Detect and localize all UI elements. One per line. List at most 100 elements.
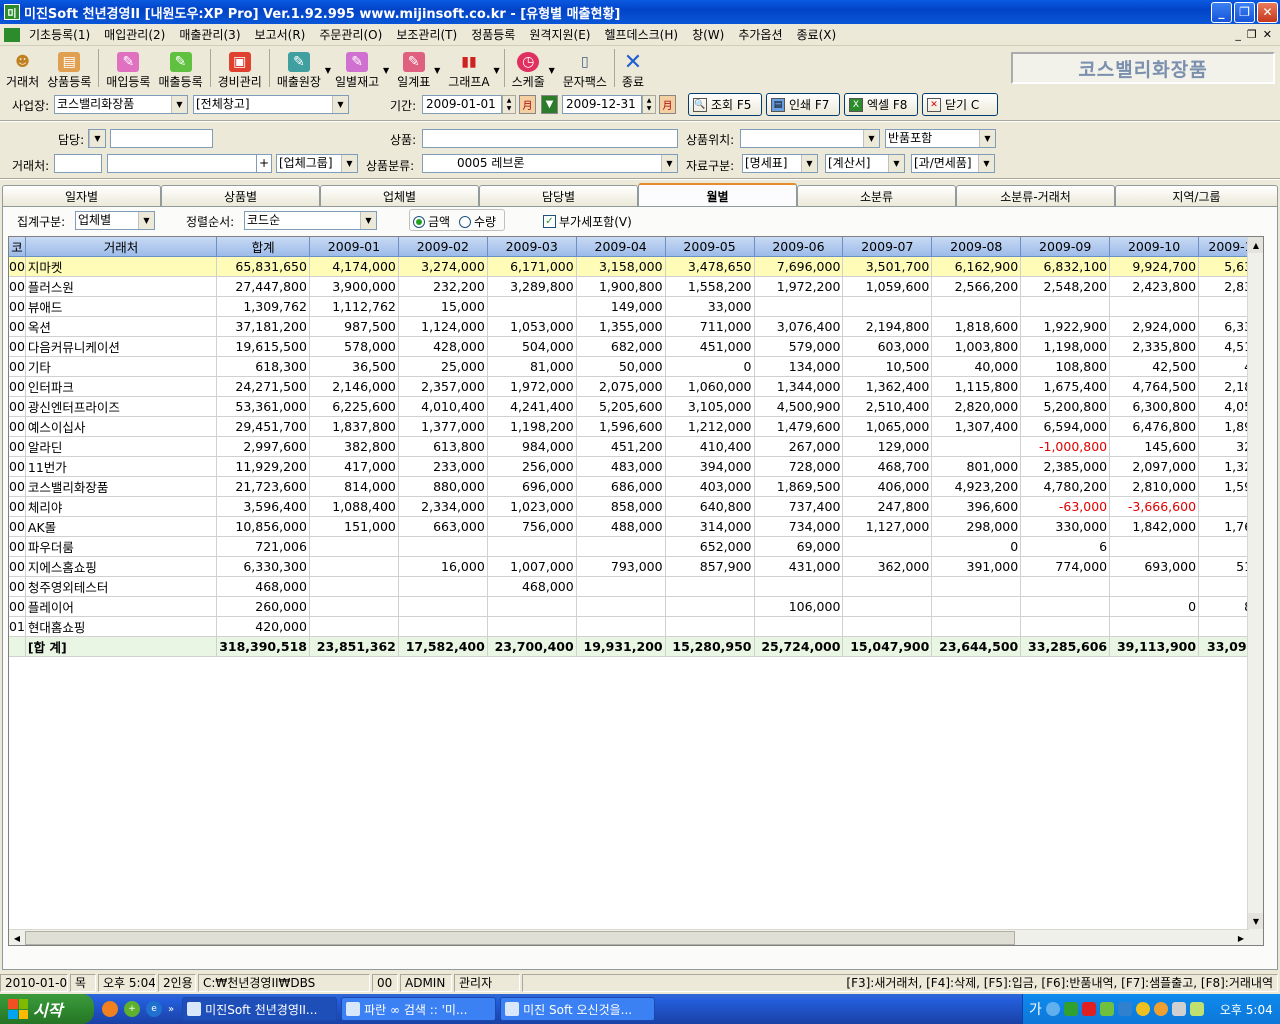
exit-tool-button[interactable]: ✕ 종료: [618, 48, 648, 90]
dropdown-arrow-icon[interactable]: ▼: [383, 66, 389, 75]
back-arrow-icon[interactable]: [1045, 1002, 1060, 1016]
scroll-down-icon[interactable]: ▼: [1248, 913, 1263, 929]
table-row[interactable]: 00 지마켓 65,831,650 4,174,000 3,274,000 6,171,0…: [9, 256, 1263, 277]
tax-select[interactable]: [과/면세품] ▼: [911, 154, 995, 173]
return-select[interactable]: 반품포함 ▼: [885, 129, 996, 148]
table-row[interactable]: 00 예스이십사 29,451,700 1,837,800 1,377,000 1,198…: [9, 416, 1263, 437]
messenger-icon[interactable]: [1135, 1002, 1150, 1016]
sms-tool-button[interactable]: ▯ 문자팩스: [559, 48, 611, 90]
sort-select[interactable]: 코드순 ▼: [244, 211, 377, 230]
agg-select[interactable]: 업체별 ▼: [75, 211, 155, 230]
daily-tool-button[interactable]: ✎ 일계표 ▼: [393, 48, 440, 90]
scroll-right-icon[interactable]: ▶: [1233, 930, 1249, 945]
calendar-icon[interactable]: 月: [659, 95, 676, 114]
menu-register[interactable]: 정품등록: [464, 26, 522, 43]
horizontal-scrollbar[interactable]: ◀ ▶: [9, 929, 1249, 945]
table-row[interactable]: 00 기타 618,300 36,500 25,000 81,000 50,000 0 134,…: [9, 356, 1263, 377]
start-button[interactable]: 시작: [0, 994, 94, 1024]
menu-sales[interactable]: 매출관리(3): [172, 26, 247, 43]
data-type-select[interactable]: [명세표] ▼: [742, 154, 818, 173]
menu-helpdesk[interactable]: 헬프데스크(H): [597, 26, 685, 43]
tab-monthly[interactable]: 월별: [638, 183, 797, 207]
tab-subcategory-customer[interactable]: 소분류-거래처: [956, 185, 1115, 206]
horizontal-scroll-thumb[interactable]: [25, 931, 1015, 945]
table-row[interactable]: 00 옥션 37,181,200 987,500 1,124,000 1,053,000 1…: [9, 316, 1263, 337]
warehouse-select[interactable]: [전체창고] ▼: [193, 95, 349, 114]
col-header-month[interactable]: 2009-04: [576, 237, 666, 257]
product-tool-button[interactable]: ▤ 상품등록: [43, 48, 95, 90]
amount-radio[interactable]: 금액: [413, 213, 450, 230]
menu-aux[interactable]: 보조관리(T): [389, 26, 464, 43]
smiley-icon[interactable]: [1153, 1002, 1168, 1016]
table-row[interactable]: 00 플러스원 27,447,800 3,900,000 232,200 3,289,80…: [9, 276, 1263, 297]
vertical-scrollbar[interactable]: ▲ ▼: [1247, 237, 1263, 945]
tab-company[interactable]: 업체별: [320, 185, 479, 206]
volume-icon[interactable]: [1171, 1002, 1186, 1016]
menu-exit[interactable]: 종료(X): [790, 26, 844, 43]
minimize-button[interactable]: _: [1211, 1, 1232, 23]
scroll-up-icon[interactable]: ▲: [1248, 237, 1263, 253]
col-header-month[interactable]: 2009-06: [754, 237, 844, 257]
customer-name-input[interactable]: [107, 154, 271, 173]
pen-tray-icon[interactable]: [1189, 1002, 1204, 1016]
table-row[interactable]: 00 광신엔터프라이즈 53,361,000 6,225,600 4,010,400 4,…: [9, 396, 1263, 417]
dropdown-arrow-icon[interactable]: ▼: [434, 66, 440, 75]
search-button[interactable]: 🔍 조회 F5: [688, 93, 762, 116]
vat-checkbox[interactable]: ✓ 부가세포함(V): [543, 213, 632, 230]
purchase-tool-button[interactable]: ✎ 매입등록: [102, 48, 154, 90]
customer-code-input[interactable]: [54, 154, 102, 173]
date-from-spinner[interactable]: ▲ ▼: [502, 95, 516, 114]
scroll-left-icon[interactable]: ◀: [9, 930, 25, 945]
table-row[interactable]: 00 인터파크 24,271,500 2,146,000 2,357,000 1,972,…: [9, 376, 1263, 397]
graph-tool-button[interactable]: ▮▮ 그래프A ▼: [444, 48, 499, 90]
task-paran-search[interactable]: 파란 ∞ 검색 :: '미...: [341, 997, 497, 1021]
table-row[interactable]: 00 지에스홈쇼핑 6,330,300 16,000 1,007,000 793,000 8…: [9, 556, 1263, 577]
col-header-month[interactable]: 2009-10: [1109, 237, 1200, 257]
plus-tray-icon[interactable]: [1099, 1002, 1114, 1016]
dropdown-arrow-icon[interactable]: ▼: [493, 66, 499, 75]
col-header-month[interactable]: 2009-08: [931, 237, 1022, 257]
col-header-total[interactable]: 합계: [216, 237, 310, 257]
date-to-spinner[interactable]: ▲ ▼: [642, 95, 656, 114]
ime-indicator[interactable]: 가: [1029, 999, 1042, 1019]
ie-icon[interactable]: e: [146, 1001, 162, 1017]
customer-tool-button[interactable]: ☻ 거래처: [2, 48, 43, 90]
col-header-month[interactable]: 2009-05: [665, 237, 755, 257]
expense-tool-button[interactable]: ▣ 경비관리: [214, 48, 266, 90]
task-mijin-welcome[interactable]: 미진 Soft 오신것을...: [500, 997, 656, 1021]
close-window-button[interactable]: ✕: [1257, 1, 1278, 23]
date-to-input[interactable]: 2009-12-31: [562, 95, 642, 114]
menu-options[interactable]: 추가옵션: [731, 26, 789, 43]
product-input[interactable]: [422, 129, 678, 148]
date-from-input[interactable]: 2009-01-01: [422, 95, 502, 114]
clock[interactable]: 오후 5:04: [1220, 1001, 1273, 1018]
tab-daily[interactable]: 일자별: [2, 185, 161, 206]
print-button[interactable]: ▤ 인쇄 F7: [766, 93, 840, 116]
firefox-icon[interactable]: [102, 1001, 118, 1017]
col-header-month[interactable]: 2009-07: [842, 237, 933, 257]
col-header-month[interactable]: 2009-03: [487, 237, 577, 257]
product-cat-select[interactable]: 0005 레브론 ▼: [422, 154, 678, 173]
table-row[interactable]: 00 11번가 11,929,200 417,000 233,000 256,000 483…: [9, 456, 1263, 477]
mdi-restore-button[interactable]: ❐: [1247, 28, 1257, 41]
maximize-button[interactable]: ❐: [1234, 1, 1255, 23]
table-row[interactable]: 00 뷰애드 1,309,762 1,112,762 15,000 149,000 33,0…: [9, 296, 1263, 317]
close-button[interactable]: ✕ 닫기 C: [922, 93, 998, 116]
task-mijinsoft[interactable]: 미진Soft 천년경영II...: [182, 997, 338, 1021]
col-header-code[interactable]: 코: [9, 237, 26, 257]
chevron-more-icon[interactable]: »: [168, 1004, 174, 1015]
menu-purchase[interactable]: 매입관리(2): [97, 26, 172, 43]
tab-manager[interactable]: 담당별: [479, 185, 638, 206]
network-icon[interactable]: [1117, 1002, 1132, 1016]
stock-tool-button[interactable]: ✎ 일별재고 ▼: [331, 48, 389, 90]
date-dropdown-icon[interactable]: ▼: [541, 95, 558, 114]
tab-subcategory[interactable]: 소분류: [797, 185, 956, 206]
site-select[interactable]: 코스밸리화장품 ▼: [54, 95, 188, 114]
table-row[interactable]: 00 청주영외테스터 468,000 468,000: [9, 576, 1263, 597]
dropdown-arrow-icon[interactable]: ▼: [549, 66, 555, 75]
group-select[interactable]: [업체그룹] ▼: [276, 154, 358, 173]
customer-add-button[interactable]: +: [256, 154, 272, 173]
table-row[interactable]: 00 체리야 3,596,400 1,088,400 2,334,000 1,023,00…: [9, 496, 1263, 517]
menu-remote[interactable]: 원격지원(E): [522, 26, 597, 43]
tab-region-group[interactable]: 지역/그룹: [1115, 185, 1278, 206]
